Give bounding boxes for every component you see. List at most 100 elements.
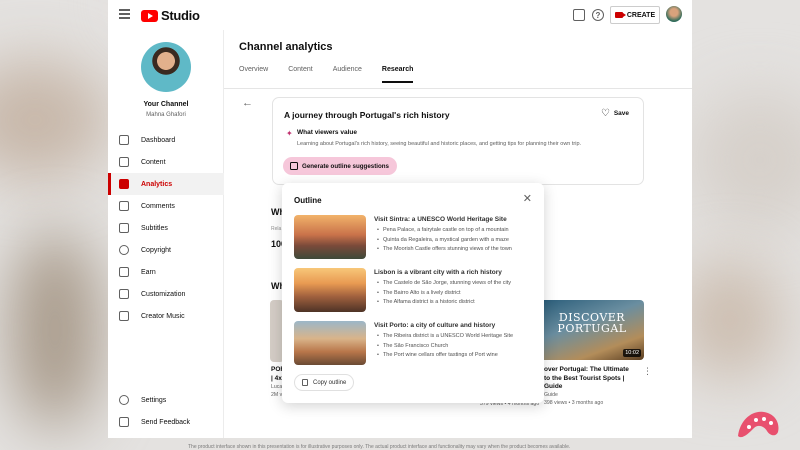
sidebar-item-content[interactable]: Content <box>108 151 224 173</box>
outline-bullet: The Bairro Alto is a lively district <box>377 289 511 299</box>
tab-content[interactable]: Content <box>288 66 313 83</box>
sidebar-item-dashboard[interactable]: Dashboard <box>108 129 224 151</box>
channel-avatar[interactable] <box>141 42 191 92</box>
top-bar: Studio ? CREATE <box>108 0 692 30</box>
channel-name: Your Channel <box>143 101 189 108</box>
viewers-value-label: What viewers value <box>297 129 357 136</box>
sidebar-item-label: Dashboard <box>141 136 176 144</box>
sidebar-item-earn[interactable]: Earn <box>108 261 224 283</box>
sidebar-item-label: Earn <box>141 268 156 276</box>
copy-label: Copy outline <box>313 379 347 386</box>
heart-icon: ♡ <box>600 108 610 119</box>
outline-heading: Visit Porto: a city of culture and histo… <box>374 322 496 329</box>
analytics-icon <box>119 179 129 189</box>
outline-bullets: Pena Palace, a fairytale castle on top o… <box>377 226 512 255</box>
music-icon <box>119 311 129 321</box>
feedback-icon <box>119 417 129 427</box>
subtitles-icon <box>119 223 129 233</box>
related-label-partial: Rela <box>271 226 282 232</box>
outline-bullet: The Alfama district is a historic distri… <box>377 298 511 308</box>
thumbnail-overlay-text: DISCOVER PORTUGAL <box>557 311 627 335</box>
customization-icon <box>119 289 129 299</box>
help-icon[interactable]: ? <box>592 9 604 21</box>
sidebar-item-label: Settings <box>141 396 167 404</box>
sidebar: Your Channel Mahna Ghafori Dashboard Con… <box>108 30 224 438</box>
generate-icon <box>290 162 298 170</box>
outline-image-lisbon <box>294 268 366 312</box>
gear-icon <box>119 395 129 405</box>
copyright-icon <box>119 245 129 255</box>
close-icon[interactable]: ✕ <box>523 194 532 205</box>
sidebar-item-label: Comments <box>141 202 175 210</box>
sidebar-item-creator-music[interactable]: Creator Music <box>108 305 224 327</box>
menu-icon[interactable] <box>119 9 130 19</box>
studio-logo[interactable]: Studio <box>141 8 200 23</box>
outline-heading: Visit Sintra: a UNESCO World Heritage Si… <box>374 216 507 223</box>
dashboard-icon <box>119 135 129 145</box>
tab-divider <box>224 88 692 89</box>
sidebar-item-customization[interactable]: Customization <box>108 283 224 305</box>
sidebar-item-settings[interactable]: Settings <box>108 389 224 411</box>
tab-overview[interactable]: Overview <box>239 66 268 83</box>
outline-bullet: The Port wine cellars offer tastings of … <box>377 351 513 361</box>
earn-icon <box>119 267 129 277</box>
copy-icon <box>302 379 308 386</box>
comments-icon <box>119 201 129 211</box>
research-title: A journey through Portugal's rich histor… <box>284 110 450 120</box>
logo-text: Studio <box>161 8 200 23</box>
outline-heading: Lisbon is a vibrant city with a rich his… <box>374 269 502 276</box>
video-meta-left: Luca 2M v <box>271 384 283 398</box>
create-label: CREATE <box>626 11 656 19</box>
video-duration: 10:02 <box>623 349 641 357</box>
sparkle-icon: ✦ <box>286 129 293 138</box>
tab-research[interactable]: Research <box>381 66 414 83</box>
video-thumbnail-right[interactable]: DISCOVER PORTUGAL 10:02 <box>540 300 644 360</box>
outline-bullet: The Ribeira district is a UNESCO World H… <box>377 332 513 342</box>
video-title-right[interactable]: over Portugal: The Ultimate to the Best … <box>544 366 629 392</box>
youtube-logo-icon <box>141 9 158 22</box>
copy-outline-button[interactable]: Copy outline <box>294 374 355 391</box>
more-options-icon[interactable]: ⋮ <box>643 366 652 377</box>
outline-image-porto <box>294 321 366 365</box>
back-arrow-icon[interactable]: ← <box>242 97 253 109</box>
outline-item: Lisbon is a vibrant city with a rich his… <box>294 268 534 312</box>
account-avatar[interactable] <box>666 6 682 22</box>
disclaimer-text: The product interface shown in this pres… <box>188 444 571 450</box>
outline-title: Outline <box>294 196 322 205</box>
outline-image-sintra <box>294 215 366 259</box>
research-topic-card: A journey through Portugal's rich histor… <box>272 97 644 185</box>
outline-bullet: Pena Palace, a fairytale castle on top o… <box>377 226 512 236</box>
outline-bullet: The Castelo de São Jorge, stunning views… <box>377 279 511 289</box>
outline-bullets: The Castelo de São Jorge, stunning views… <box>377 279 511 308</box>
sidebar-item-comments[interactable]: Comments <box>108 195 224 217</box>
sidebar-item-label: Customization <box>141 290 186 298</box>
viewers-value-description: Learning about Portugal's rich history, … <box>297 141 582 147</box>
sidebar-bottom-nav: Settings Send Feedback <box>108 389 224 433</box>
create-button[interactable]: CREATE <box>610 6 660 24</box>
sidebar-item-label: Creator Music <box>141 312 185 320</box>
outline-bullets: The Ribeira district is a UNESCO World H… <box>377 332 513 361</box>
analytics-tabs: Overview Content Audience Research <box>239 66 433 83</box>
sidebar-item-label: Send Feedback <box>141 418 191 426</box>
sidebar-item-copyright[interactable]: Copyright <box>108 239 224 261</box>
google-logo-mark-icon <box>738 411 779 438</box>
save-button[interactable]: ♡ Save <box>600 108 629 119</box>
sidebar-item-analytics[interactable]: Analytics <box>108 173 224 195</box>
sidebar-item-label: Subtitles <box>141 224 168 232</box>
content-icon <box>119 157 129 167</box>
outline-popup: Outline ✕ Visit Sintra: a UNESCO World H… <box>282 183 544 403</box>
outline-item: Visit Sintra: a UNESCO World Heritage Si… <box>294 215 534 259</box>
sidebar-item-label: Copyright <box>141 246 171 254</box>
tab-audience[interactable]: Audience <box>333 66 362 83</box>
outline-bullet: The São Francisco Church <box>377 342 513 352</box>
messages-icon[interactable] <box>573 9 585 21</box>
generate-outline-button[interactable]: Generate outline suggestions <box>283 157 397 175</box>
sidebar-item-subtitles[interactable]: Subtitles <box>108 217 224 239</box>
camera-icon <box>614 12 626 18</box>
generate-label: Generate outline suggestions <box>302 162 389 170</box>
save-label: Save <box>613 110 629 117</box>
video-meta-right: Guide 398 views • 3 months ago <box>544 392 604 406</box>
outline-item: Visit Porto: a city of culture and histo… <box>294 321 534 365</box>
sidebar-item-send-feedback[interactable]: Send Feedback <box>108 411 224 433</box>
outline-bullet: The Moorish Castle offers stunning views… <box>377 245 512 255</box>
